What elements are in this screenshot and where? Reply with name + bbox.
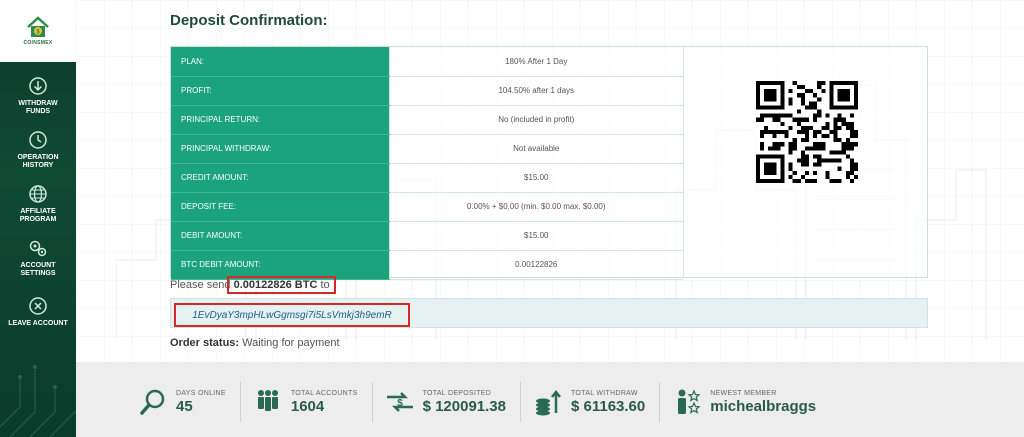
stat-value: $ 61163.60	[570, 397, 646, 415]
row-key: PROFIT:	[171, 76, 389, 106]
table-row: PRINCIPAL WITHDRAW: Not available	[171, 134, 683, 164]
stat-value: 1604	[290, 397, 325, 415]
member-icon	[678, 389, 701, 414]
sidebar-item-operation-history[interactable]: OPERATION HISTORY	[0, 122, 76, 176]
order-status-value: Waiting for payment	[242, 337, 340, 349]
magnifier-icon	[140, 389, 165, 415]
stat-value: $ 120091.38	[422, 397, 506, 415]
row-value: $15.00	[388, 221, 683, 251]
qr-code-icon	[756, 81, 858, 183]
stat-value: 45	[176, 397, 193, 415]
row-value: $15.00	[388, 163, 683, 193]
table-row: DEPOSIT FEE: 0.00% + $0.00 (min. $0.00 ma…	[171, 192, 683, 222]
stat-label: TOTAL DEPOSITED	[422, 389, 492, 397]
people-icon	[257, 390, 278, 411]
btc-address[interactable]: 1EvDyaY3mpHLwGgmsgi7i5LsVmkj3h9emR	[174, 303, 410, 327]
row-value: 180% After 1 Day	[388, 47, 683, 77]
sidebar-item-leave-account[interactable]: LEAVE ACCOUNT	[0, 284, 76, 338]
deposit-details-panel: PLAN: 180% After 1 Day PROFIT: 104.50% aft…	[170, 46, 929, 280]
stat-value: michealbraggs	[710, 397, 817, 415]
row-key: PRINCIPAL RETURN:	[171, 105, 389, 135]
row-key: PLAN:	[171, 47, 389, 77]
deposit-details-table: PLAN: 180% After 1 Day PROFIT: 104.50% aft…	[171, 47, 683, 280]
logo-house-icon: $	[27, 16, 49, 37]
history-icon	[29, 130, 47, 149]
app: $ COINSMEX WITHDRAW FUNDS OPERATION HIST…	[0, 0, 1024, 437]
sidebar-item-affiliate-program[interactable]: AFFILIATE PROGRAM	[0, 176, 76, 230]
send-prefix: Please send	[170, 279, 231, 291]
stat-days-online: DAYS ONLINE 45	[138, 382, 241, 422]
amount-highlight-box	[227, 276, 336, 294]
row-value: 0.00% + $0.00 (min. $0.00 max. $0.00)	[388, 192, 683, 222]
sidebar-item-withdraw-funds[interactable]: WITHDRAW FUNDS	[0, 68, 76, 122]
circuit-decoration	[0, 365, 76, 437]
page-title: Deposit Confirmation:	[170, 12, 328, 29]
table-row: PRINCIPAL RETURN: No (included in profit)	[171, 105, 683, 135]
logo-text: COINSMEX	[23, 40, 53, 46]
row-key: BTC DEBIT AMOUNT:	[171, 250, 389, 280]
svg-text:$: $	[397, 398, 403, 409]
sidebar: $ COINSMEX WITHDRAW FUNDS OPERATION HIST…	[0, 0, 76, 437]
order-status-label: Order status:	[170, 337, 240, 349]
row-key: PRINCIPAL WITHDRAW:	[171, 134, 389, 164]
stats-footer: DAYS ONLINE 45 TOTAL ACCOUNTS 1604 $ TOT…	[76, 362, 1024, 437]
coins-icon	[535, 389, 561, 416]
stat-label: NEWEST MEMBER	[710, 389, 777, 397]
table-row: CREDIT AMOUNT: $15.00	[171, 163, 683, 193]
row-key: CREDIT AMOUNT:	[171, 163, 389, 193]
logout-icon	[29, 296, 47, 315]
sidebar-item-label: OPERATION HISTORY	[17, 153, 59, 169]
gears-icon	[29, 240, 47, 256]
sidebar-item-label: ACCOUNT SETTINGS	[20, 261, 56, 277]
sidebar-item-account-settings[interactable]: ACCOUNT SETTINGS	[0, 230, 76, 284]
row-value: No (included in profit)	[388, 105, 683, 135]
withdraw-icon	[29, 76, 47, 95]
row-value: 104.50% after 1 days	[388, 76, 683, 106]
transfer-icon: $	[386, 392, 413, 412]
row-key: DEBIT AMOUNT:	[171, 221, 389, 251]
stats-row: DAYS ONLINE 45 TOTAL ACCOUNTS 1604 $ TOT…	[138, 382, 978, 422]
stat-label: TOTAL WITHDRAW	[570, 389, 638, 397]
qr-panel	[683, 47, 929, 277]
table-row: PROFIT: 104.50% after 1 days	[171, 76, 683, 106]
order-status: Order status: Waiting for payment	[170, 337, 340, 349]
stat-total-withdraw: TOTAL WITHDRAW $ 61163.60	[533, 382, 661, 422]
sidebar-item-label: WITHDRAW FUNDS	[18, 99, 58, 115]
table-row: PLAN: 180% After 1 Day	[171, 47, 683, 77]
stat-label: TOTAL ACCOUNTS	[290, 389, 358, 397]
stat-total-accounts: TOTAL ACCOUNTS 1604	[253, 382, 373, 422]
table-row: BTC DEBIT AMOUNT: 0.00122826	[171, 250, 683, 280]
logo[interactable]: $ COINSMEX	[0, 0, 76, 62]
table-row: DEBIT AMOUNT: $15.00	[171, 221, 683, 251]
globe-icon	[29, 184, 47, 203]
stat-newest-member: NEWEST MEMBER michealbraggs	[672, 382, 830, 422]
row-value: Not available	[388, 134, 683, 164]
sidebar-item-label: AFFILIATE PROGRAM	[19, 207, 57, 223]
stat-label: DAYS ONLINE	[176, 389, 226, 397]
sidebar-nav: WITHDRAW FUNDS OPERATION HISTORY AFFILIA…	[0, 62, 76, 338]
row-key: DEPOSIT FEE:	[171, 192, 389, 222]
row-value: 0.00122826	[388, 250, 683, 280]
stat-total-deposited: $ TOTAL DEPOSITED $ 120091.38	[385, 382, 521, 422]
sidebar-item-label: LEAVE ACCOUNT	[8, 319, 68, 327]
